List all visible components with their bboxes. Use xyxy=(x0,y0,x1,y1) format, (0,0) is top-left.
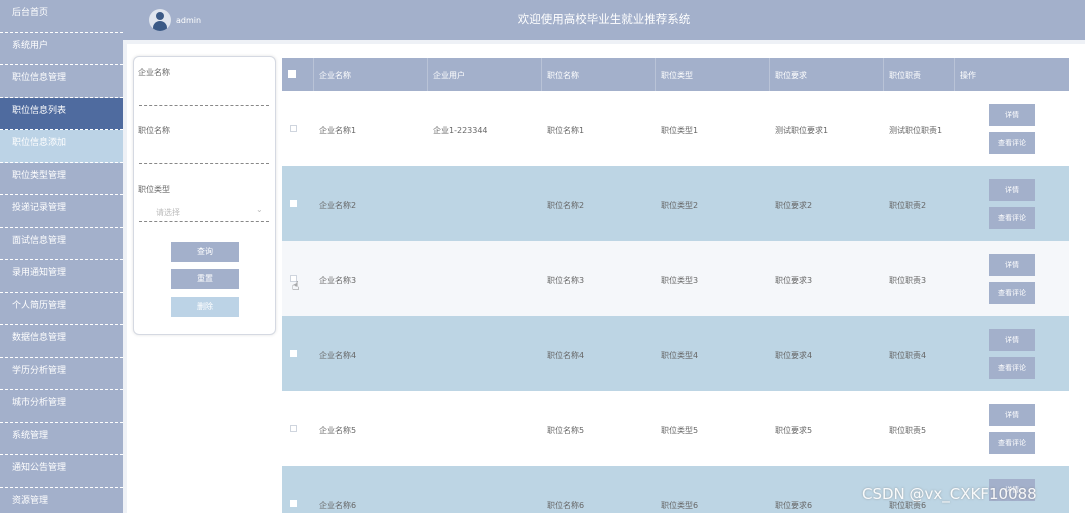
row-checkbox[interactable] xyxy=(290,425,297,432)
cell-company: 企业名称5 xyxy=(319,426,357,435)
table-row: 企业名称5 职位名称5 职位类型5 职位要求5 职位职责5 详情 查看评论 xyxy=(282,391,1069,466)
query-button[interactable]: 查询 xyxy=(171,242,239,262)
cell-duty: 职位职责3 xyxy=(889,276,927,285)
view-comments-button[interactable]: 查看评论 xyxy=(989,432,1035,454)
header-action: 操作 xyxy=(960,71,976,80)
sidebar-item-education[interactable]: 学历分析管理 xyxy=(0,358,123,390)
sidebar-item-position-type[interactable]: 职位类型管理 xyxy=(0,163,123,195)
cell-position: 职位名称1 xyxy=(547,126,585,135)
company-name-label: 企业名称 xyxy=(138,68,170,77)
reset-button[interactable]: 重置 xyxy=(171,269,239,289)
header: admin 欢迎使用高校毕业生就业推荐系统 xyxy=(123,0,1085,40)
sidebar-item-notice[interactable]: 通知公告管理 xyxy=(0,455,123,488)
sidebar-item-city[interactable]: 城市分析管理 xyxy=(0,390,123,423)
cell-company: 企业名称1 xyxy=(319,126,357,135)
cell-requirement: 职位要求3 xyxy=(775,276,813,285)
row-checkbox[interactable] xyxy=(290,350,297,357)
select-all-checkbox[interactable] xyxy=(288,70,296,78)
sidebar-item-resource[interactable]: 资源管理 xyxy=(0,488,123,513)
chevron-down-icon[interactable]: ⌄ xyxy=(256,205,263,214)
cell-requirement: 职位要求6 xyxy=(775,501,813,510)
header-requirement: 职位要求 xyxy=(775,71,807,80)
watermark: CSDN @vx_CXKF10088 xyxy=(862,485,1037,503)
cell-position: 职位名称4 xyxy=(547,351,585,360)
position-type-label: 职位类型 xyxy=(138,185,170,194)
cell-position: 职位名称6 xyxy=(547,501,585,510)
position-type-underline xyxy=(139,221,269,222)
cell-requirement: 职位要求4 xyxy=(775,351,813,360)
view-comments-button[interactable]: 查看评论 xyxy=(989,282,1035,304)
page-title: 欢迎使用高校毕业生就业推荐系统 xyxy=(517,12,691,26)
sidebar-item-resume[interactable]: 个人简历管理 xyxy=(0,293,123,325)
cell-requirement: 测试职位要求1 xyxy=(775,126,829,135)
hand-cursor-icon: ☝ xyxy=(292,279,300,293)
cell-type: 职位类型6 xyxy=(661,501,699,510)
view-comments-button[interactable]: 查看评论 xyxy=(989,357,1035,379)
cell-company: 企业名称4 xyxy=(319,351,357,360)
view-comments-button[interactable]: 查看评论 xyxy=(989,132,1035,154)
header-user: 企业用户 xyxy=(433,71,465,80)
cell-position: 职位名称5 xyxy=(547,426,585,435)
table-header: 企业名称 企业用户 职位名称 职位类型 职位要求 职位职责 操作 xyxy=(282,58,1069,91)
cell-type: 职位类型5 xyxy=(661,426,699,435)
sidebar-item-system[interactable]: 系统管理 xyxy=(0,423,123,455)
cell-duty: 职位职责4 xyxy=(889,351,927,360)
sidebar-item-interview[interactable]: 面试信息管理 xyxy=(0,228,123,260)
table-row: 企业名称4 职位名称4 职位类型4 职位要求4 职位职责4 详情 查看评论 xyxy=(282,316,1069,391)
sidebar: 后台首页 系统用户 职位信息管理 职位信息列表 职位信息添加 职位类型管理 投递… xyxy=(0,0,123,513)
position-name-input[interactable] xyxy=(139,163,269,164)
sidebar-item-position-add[interactable]: 职位信息添加 xyxy=(0,130,123,163)
position-type-select[interactable]: 请选择 xyxy=(156,207,180,218)
table-row: 企业名称1 企业1-223344 职位名称1 职位类型1 测试职位要求1 测试职… xyxy=(282,91,1069,166)
detail-button[interactable]: 详情 xyxy=(989,329,1035,351)
view-comments-button[interactable]: 查看评论 xyxy=(989,207,1035,229)
detail-button[interactable]: 详情 xyxy=(989,179,1035,201)
table-row: 企业名称2 职位名称2 职位类型2 职位要求2 职位职责2 详情 查看评论 xyxy=(282,166,1069,241)
sidebar-item-home[interactable]: 后台首页 xyxy=(0,0,123,33)
cell-position: 职位名称3 xyxy=(547,276,585,285)
sidebar-item-delivery[interactable]: 投递记录管理 xyxy=(0,195,123,228)
cell-user: 企业1-223344 xyxy=(433,126,488,135)
cell-type: 职位类型3 xyxy=(661,276,699,285)
search-panel: 企业名称 职位名称 职位类型 请选择 ⌄ 查询 重置 删除 xyxy=(133,56,276,335)
header-company: 企业名称 xyxy=(319,71,351,80)
cell-type: 职位类型2 xyxy=(661,201,699,210)
sidebar-item-offer[interactable]: 录用通知管理 xyxy=(0,260,123,293)
sidebar-item-position-list[interactable]: 职位信息列表 xyxy=(0,97,123,130)
sidebar-item-position-manage[interactable]: 职位信息管理 xyxy=(0,65,123,98)
cell-company: 企业名称2 xyxy=(319,201,357,210)
header-duty: 职位职责 xyxy=(889,71,921,80)
position-name-label: 职位名称 xyxy=(138,126,170,135)
cell-requirement: 职位要求2 xyxy=(775,201,813,210)
row-checkbox[interactable] xyxy=(290,200,297,207)
cell-company: 企业名称3 xyxy=(319,276,357,285)
cell-requirement: 职位要求5 xyxy=(775,426,813,435)
table-row: 企业名称3 职位名称3 职位类型3 职位要求3 职位职责3 详情 查看评论 xyxy=(282,241,1069,316)
cell-duty: 职位职责5 xyxy=(889,426,927,435)
sidebar-item-data[interactable]: 数据信息管理 xyxy=(0,325,123,358)
header-position: 职位名称 xyxy=(547,71,579,80)
cell-type: 职位类型4 xyxy=(661,351,699,360)
cell-duty: 测试职位职责1 xyxy=(889,126,943,135)
detail-button[interactable]: 详情 xyxy=(989,104,1035,126)
cell-type: 职位类型1 xyxy=(661,126,699,135)
cell-duty: 职位职责2 xyxy=(889,201,927,210)
row-checkbox[interactable] xyxy=(290,125,297,132)
row-checkbox[interactable] xyxy=(290,500,297,507)
cell-position: 职位名称2 xyxy=(547,201,585,210)
detail-button[interactable]: 详情 xyxy=(989,404,1035,426)
sidebar-item-users[interactable]: 系统用户 xyxy=(0,33,123,65)
header-type: 职位类型 xyxy=(661,71,693,80)
company-name-input[interactable] xyxy=(139,105,269,106)
cell-company: 企业名称6 xyxy=(319,501,357,510)
detail-button[interactable]: 详情 xyxy=(989,254,1035,276)
delete-button[interactable]: 删除 xyxy=(171,297,239,317)
